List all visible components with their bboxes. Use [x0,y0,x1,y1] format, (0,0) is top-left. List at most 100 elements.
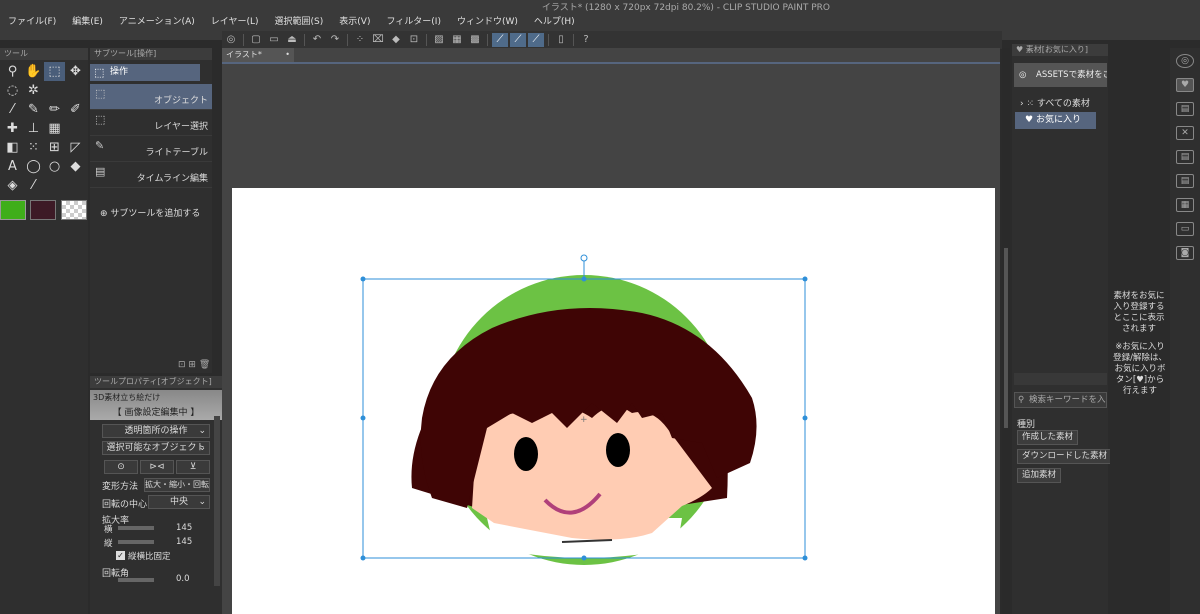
operation-icon[interactable]: ⬚ [44,62,65,81]
device-icon[interactable]: ▯ [553,33,569,47]
search-input[interactable]: ⚲ 検索キーワードを入... [1014,392,1107,408]
handle-ml[interactable] [360,415,366,421]
history-icon[interactable]: ▦ [1176,198,1194,212]
pen-icon[interactable]: ✎ [23,100,44,119]
zoom-icon[interactable]: ⚲ [2,62,23,81]
close-icon[interactable]: • [285,48,290,62]
selectable-object-dropdown[interactable]: 選択可能なオブジェクト ⌄ [102,441,210,455]
width-value[interactable]: 145 [176,523,192,533]
layer-icon[interactable]: ▤ [1176,150,1194,164]
material-icon[interactable]: ▤ [1176,102,1194,116]
navigator-icon[interactable]: ◎ [1176,54,1194,68]
rotate-value[interactable]: 0.0 [176,574,190,584]
handle-tr[interactable] [802,276,808,282]
subtool-group-tab[interactable]: ⬚ 操作 [90,64,200,81]
assets-search-button[interactable]: ◎ ASSETSで素材をさがす [1014,63,1107,87]
frame-icon[interactable]: ▦ [44,119,65,138]
balloon2-icon[interactable]: ○ [44,157,65,176]
fill-tool-icon[interactable]: ◈ [2,176,23,195]
gradient-icon[interactable]: ◧ [2,138,23,157]
menu-help[interactable]: ヘルプ(H) [526,14,583,30]
rotate-slider[interactable] [118,578,154,582]
height-slider[interactable] [118,540,154,544]
rotate-handle[interactable] [580,254,588,262]
canvas-scrollbar[interactable] [1002,48,1010,614]
redo-icon[interactable]: ↷ [327,33,343,47]
main-color-swatch[interactable] [0,200,26,220]
pencil-icon[interactable]: ✏ [44,100,65,119]
stamp-icon[interactable]: ⊥ [23,119,44,138]
brush-icon[interactable]: ✐ [65,100,86,119]
favorites-item[interactable]: ♥ お気に入り [1015,112,1096,129]
handle-bl[interactable] [360,555,366,561]
camera-icon[interactable]: ◙ [1176,246,1194,260]
handle-br[interactable] [802,555,808,561]
scroll-thumb[interactable] [1004,248,1008,428]
trash-icon[interactable]: 🗑 [199,360,210,370]
open-icon[interactable]: ▭ [266,33,282,47]
clear-icon[interactable]: ⌧ [370,33,386,47]
eraser-icon[interactable]: ◆ [65,157,86,176]
move-icon[interactable]: ✥ [65,62,86,81]
favorites-panel-icon[interactable]: ♥ [1176,78,1194,92]
save-icon[interactable]: ⏏ [284,33,300,47]
transform-dropdown[interactable]: 拡大・縮小・回転 [144,478,210,492]
subtool-object[interactable]: ⬚ オブジェクト [90,84,212,110]
new-file-icon[interactable]: ▢ [248,33,264,47]
transparent-op-dropdown[interactable]: 透明箇所の操作 ⌄ [102,424,210,438]
snap-off-icon[interactable]: ▨ [431,33,447,47]
menu-window[interactable]: ウィンドウ(W) [449,14,526,30]
grid-icon[interactable]: ⁙ [23,138,44,157]
height-value[interactable]: 145 [176,537,192,547]
handle-tl[interactable] [360,276,366,282]
duplicate-icon[interactable]: ⊞ [188,360,196,370]
reset-button[interactable]: ⊙ [104,460,138,474]
filter-added[interactable]: 追加素材 [1017,468,1062,483]
filter-downloaded[interactable]: ダウンロードした素材 [1017,449,1113,464]
flip-vertical-button[interactable]: ⊻ [176,460,210,474]
menu-edit[interactable]: 編集(E) [64,14,111,30]
folder-icon[interactable]: ▭ [1176,222,1194,236]
canvas-paper[interactable]: + [232,188,995,614]
center-dropdown[interactable]: 中央 ⌄ [148,495,210,509]
width-slider[interactable] [118,526,154,530]
menu-file[interactable]: ファイル(F) [0,14,64,30]
transform-icon[interactable]: ⊡ [406,33,422,47]
fill-icon[interactable]: ◆ [388,33,404,47]
stabilize-icon[interactable]: ⟋ [492,33,508,47]
menu-filter[interactable]: フィルター(I) [378,14,449,30]
subtool-light-table[interactable]: ✎ ライトテーブル [90,136,212,162]
clip-studio-icon[interactable]: ◎ [223,33,239,47]
lasso-icon[interactable]: ◌ [2,81,23,100]
all-materials-item[interactable]: › ⁙ すべての素材 [1020,96,1090,109]
menu-view[interactable]: 表示(V) [331,14,378,30]
property-scrollbar[interactable] [214,416,220,586]
ruler-icon[interactable]: ◸ [65,138,86,157]
keep-ratio-checkbox[interactable]: ✓ [116,551,125,560]
snap-grid-icon[interactable]: ▦ [449,33,465,47]
hand-icon[interactable]: ✋ [23,62,44,81]
copy-icon[interactable]: ⊡ [178,360,186,370]
eyedropper-icon[interactable]: ⁄ [2,100,23,119]
handle-mr[interactable] [802,415,808,421]
deselect-icon[interactable]: ⁘ [352,33,368,47]
close-panel-icon[interactable]: ✕ [1176,126,1194,140]
property-icon[interactable]: ▤ [1176,174,1194,188]
airbrush-icon[interactable]: ✚ [2,119,23,138]
undo-icon[interactable]: ↶ [309,33,325,47]
panel-icon[interactable]: ⊞ [44,138,65,157]
filter-created[interactable]: 作成した素材 [1017,430,1079,445]
sub-color-swatch[interactable] [30,200,56,220]
snap-ruler-icon[interactable]: ▩ [467,33,483,47]
canvas-tab[interactable]: イラスト* • [222,48,294,62]
transparent-color-swatch[interactable] [61,200,87,220]
handle-bm[interactable] [581,555,587,561]
help-icon[interactable]: ? [578,33,594,47]
stabilize3-icon[interactable]: ⟋ [528,33,544,47]
magic-wand-icon[interactable]: ✲ [23,81,44,100]
menu-selection[interactable]: 選択範囲(S) [267,14,332,30]
subtool-layer-select[interactable]: ⬚ レイヤー選択 [90,110,212,136]
add-subtool-button[interactable]: ⊕ サブツールを追加する [100,206,200,219]
flip-horizontal-button[interactable]: ⊳⊲ [140,460,174,474]
stabilize2-icon[interactable]: ⟋ [510,33,526,47]
